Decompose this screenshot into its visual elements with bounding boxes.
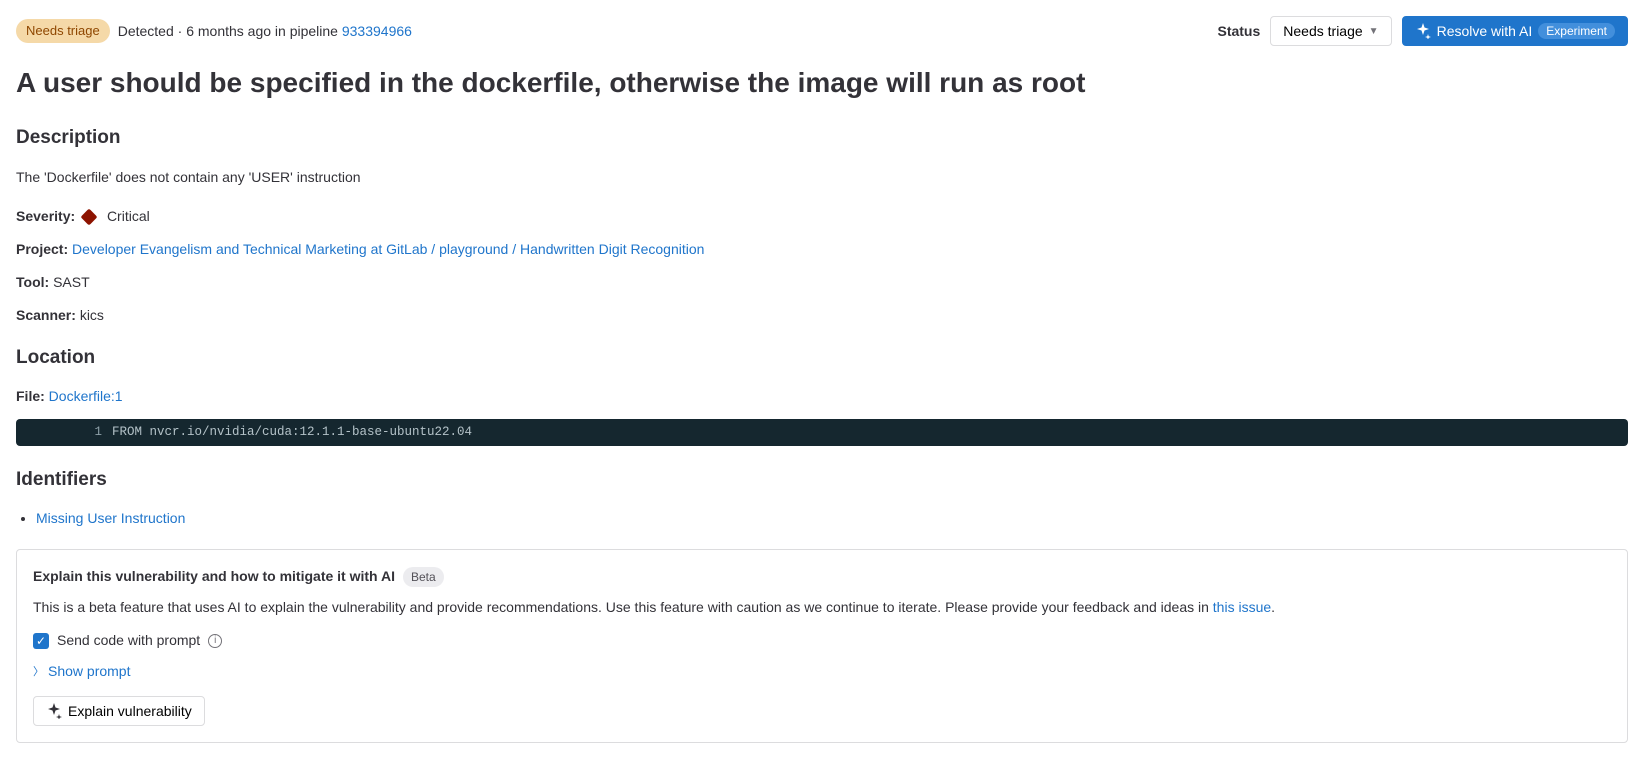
sparkle-icon	[1415, 23, 1431, 39]
show-prompt-toggle[interactable]: 〉 Show prompt	[33, 661, 1611, 682]
identifiers-heading: Identifiers	[16, 466, 1628, 495]
file-row: File: Dockerfile:1	[16, 386, 1628, 407]
list-item: Missing User Instruction	[36, 508, 1628, 529]
detected-text: Detected · 6 months ago in pipeline 9333…	[118, 21, 412, 42]
scanner-label: Scanner:	[16, 307, 76, 323]
send-code-checkbox[interactable]: ✓	[33, 633, 49, 649]
explain-vulnerability-button[interactable]: Explain vulnerability	[33, 696, 205, 726]
ai-header: Explain this vulnerability and how to mi…	[33, 566, 1611, 587]
identifier-link[interactable]: Missing User Instruction	[36, 510, 185, 526]
info-icon[interactable]: i	[208, 634, 222, 648]
chevron-right-icon: 〉	[33, 664, 44, 681]
scanner-value: kics	[80, 307, 104, 323]
severity-label: Severity:	[16, 208, 75, 224]
resolve-label: Resolve with AI	[1437, 23, 1533, 39]
file-label: File:	[16, 388, 45, 404]
show-prompt-label: Show prompt	[48, 661, 130, 682]
code-block: 1 FROM nvcr.io/nvidia/cuda:12.1.1-base-u…	[16, 419, 1628, 446]
ai-panel: Explain this vulnerability and how to mi…	[16, 549, 1628, 743]
status-label: Status	[1217, 21, 1260, 42]
project-row: Project: Developer Evangelism and Techni…	[16, 239, 1628, 260]
header-row: Needs triage Detected · 6 months ago in …	[16, 16, 1628, 46]
code-line-text: FROM nvcr.io/nvidia/cuda:12.1.1-base-ubu…	[112, 423, 472, 442]
period: .	[1271, 599, 1275, 615]
pipeline-link[interactable]: 933394966	[342, 23, 412, 39]
tool-value: SAST	[53, 274, 90, 290]
severity-row: Severity: Critical	[16, 206, 1628, 227]
tool-label: Tool:	[16, 274, 49, 290]
project-label: Project:	[16, 241, 68, 257]
page-title: A user should be specified in the docker…	[16, 62, 1628, 104]
severity-critical-icon	[81, 208, 98, 225]
beta-badge: Beta	[403, 567, 444, 587]
chevron-down-icon: ▼	[1369, 26, 1379, 37]
header-right: Status Needs triage ▼ Resolve with AI Ex…	[1217, 16, 1628, 46]
scanner-row: Scanner: kics	[16, 305, 1628, 326]
description-text: The 'Dockerfile' does not contain any 'U…	[16, 167, 1628, 188]
code-line-number: 1	[16, 423, 112, 442]
ai-desc-text: This is a beta feature that uses AI to e…	[33, 599, 1213, 615]
status-value: Needs triage	[1283, 23, 1362, 39]
identifier-list: Missing User Instruction	[16, 508, 1628, 529]
status-dropdown[interactable]: Needs triage ▼	[1270, 16, 1391, 46]
location-heading: Location	[16, 344, 1628, 373]
ai-description: This is a beta feature that uses AI to e…	[33, 597, 1611, 618]
sparkle-icon	[46, 703, 62, 719]
issue-link[interactable]: this issue	[1213, 599, 1271, 615]
checkbox-row: ✓ Send code with prompt i	[33, 630, 1611, 651]
resolve-with-ai-button[interactable]: Resolve with AI Experiment	[1402, 16, 1628, 46]
explain-label: Explain vulnerability	[68, 703, 192, 719]
triage-badge: Needs triage	[16, 19, 110, 43]
project-link[interactable]: Developer Evangelism and Technical Marke…	[72, 241, 704, 257]
severity-value: Critical	[107, 208, 150, 224]
file-link[interactable]: Dockerfile:1	[49, 388, 123, 404]
checkbox-label: Send code with prompt	[57, 630, 200, 651]
experiment-badge: Experiment	[1538, 23, 1615, 39]
tool-row: Tool: SAST	[16, 272, 1628, 293]
header-left: Needs triage Detected · 6 months ago in …	[16, 19, 412, 43]
ai-title: Explain this vulnerability and how to mi…	[33, 566, 395, 587]
description-heading: Description	[16, 124, 1628, 153]
detected-prefix: Detected · 6 months ago in pipeline	[118, 23, 342, 39]
